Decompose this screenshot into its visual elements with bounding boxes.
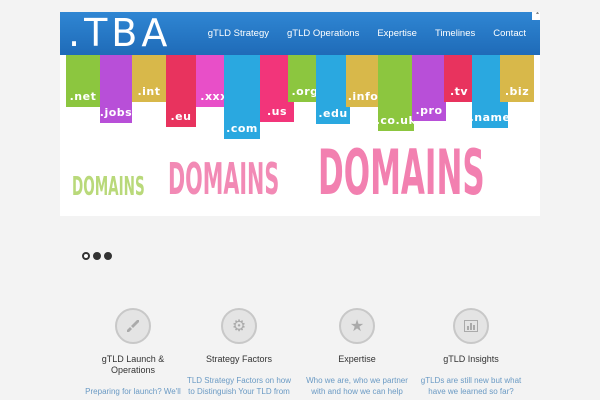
tag-co-uk: .co.uk <box>376 55 416 131</box>
feature-text: gTLDs are still new but what have we lea… <box>420 376 522 396</box>
feature-title: Expertise <box>338 354 376 364</box>
star-icon[interactable]: ★ <box>339 308 375 344</box>
slider-dot-3[interactable] <box>104 252 112 260</box>
tag-info: .info <box>346 55 380 107</box>
tag-biz: .biz <box>500 55 534 102</box>
scroll-top-icon[interactable] <box>532 12 540 20</box>
tag-int: .int <box>132 55 166 102</box>
gears-icon[interactable]: ⚙ <box>221 308 257 344</box>
site-logo[interactable]: .TBA <box>68 12 171 55</box>
feature-text: Who we are, who we partner with and how … <box>306 376 408 396</box>
feature-title: Strategy Factors <box>205 354 273 364</box>
rocket-icon[interactable] <box>115 308 151 344</box>
chart-icon[interactable] <box>453 308 489 344</box>
tag-edu: .edu <box>316 55 350 124</box>
nav-contact[interactable]: Contact <box>493 28 526 39</box>
site-header: .TBA gTLD Strategy gTLD Operations Exper… <box>60 12 540 55</box>
slider-dot-2[interactable] <box>93 252 101 260</box>
domains-word-large: DOMAINS <box>318 136 485 209</box>
nav-timelines[interactable]: Timelines <box>435 28 475 39</box>
tag-net: .net <box>66 55 100 107</box>
feature-launch[interactable]: gTLD Launch & Operations Preparing for l… <box>78 308 188 397</box>
tag-pro: .pro <box>412 55 446 121</box>
nav-gtld-strategy[interactable]: gTLD Strategy <box>208 28 269 39</box>
feature-strategy[interactable]: ⚙ Strategy Factors TLD Strategy Factors … <box>184 308 294 397</box>
tag-eu: .eu <box>166 55 196 127</box>
hero-banner: .TBA gTLD Strategy gTLD Operations Exper… <box>60 12 540 216</box>
nav-gtld-operations[interactable]: gTLD Operations <box>287 28 359 39</box>
nav-expertise[interactable]: Expertise <box>377 28 417 39</box>
slider-dots <box>82 252 112 260</box>
domains-word-medium: DOMAINS <box>168 154 280 205</box>
tag-jobs: .jobs <box>100 55 132 123</box>
domains-word-small: DOMAINS <box>72 172 145 202</box>
tag-com: .com <box>224 55 260 139</box>
feature-insights[interactable]: gTLD Insights gTLDs are still new but wh… <box>416 308 526 397</box>
feature-expertise[interactable]: ★ Expertise Who we are, who we partner w… <box>302 308 412 397</box>
main-nav: gTLD Strategy gTLD Operations Expertise … <box>208 12 526 55</box>
feature-text: Preparing for launch? We'll <box>85 387 181 396</box>
feature-title: gTLD Insights <box>443 354 499 364</box>
feature-text: TLD Strategy Factors on how to Distingui… <box>186 376 292 396</box>
tag-tv: .tv <box>444 55 474 102</box>
slider-dot-1[interactable] <box>82 252 90 260</box>
feature-title: gTLD Launch & Operations <box>101 354 165 375</box>
